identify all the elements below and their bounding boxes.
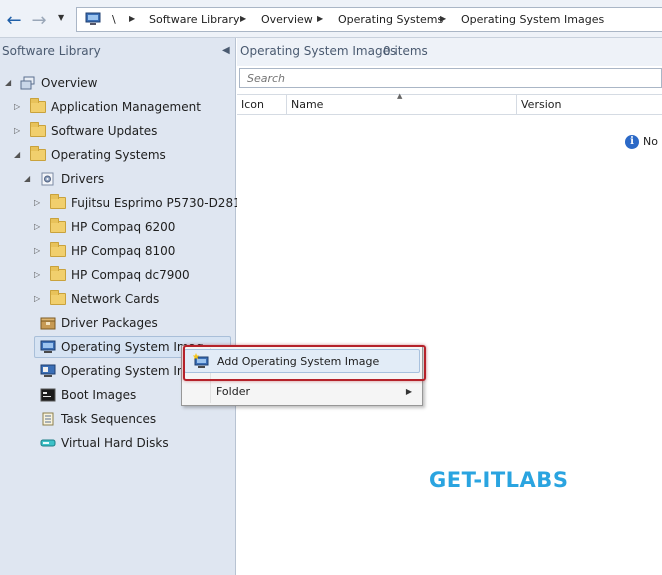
tree-item-drivers[interactable]: Drivers: [40, 168, 104, 190]
column-header-name[interactable]: Name: [291, 98, 323, 111]
breadcrumb-operating-system-images[interactable]: Operating System Images: [461, 13, 604, 26]
menu-item-add-operating-system-image[interactable]: Add Operating System Image: [184, 349, 420, 373]
collapsed-icon[interactable]: ▷: [14, 126, 20, 135]
folder-icon: [30, 146, 46, 161]
folder-icon: [30, 122, 46, 137]
breadcrumb-separator-icon: ▶: [440, 14, 447, 23]
info-icon: i: [625, 135, 639, 149]
tree-item-label: Overview: [41, 76, 98, 90]
column-header-version[interactable]: Version: [521, 98, 561, 111]
item-count: 0 items: [383, 44, 428, 58]
menu-item-label: Add Operating System Image: [217, 354, 380, 368]
tree-item-overview[interactable]: Overview: [20, 72, 98, 94]
collapsed-icon[interactable]: ▷: [14, 102, 20, 111]
sort-ascending-icon: ▲: [397, 92, 403, 100]
expanded-icon[interactable]: ◢: [24, 174, 30, 183]
tree-item-label: Network Cards: [71, 292, 160, 306]
tree-item-label: HP Compaq 8100: [71, 244, 176, 258]
breadcrumb-root[interactable]: \: [112, 13, 116, 26]
tree-item-driver-folder[interactable]: Network Cards: [50, 288, 159, 310]
folder-icon: [50, 218, 66, 233]
column-divider[interactable]: [516, 95, 517, 115]
breadcrumb-separator-icon: ▶: [317, 14, 324, 23]
navigation-pane: Software Library ◀ ◢ Overview ▷ Applicat…: [0, 38, 248, 575]
collapsed-icon[interactable]: ▷: [34, 222, 40, 231]
collapsed-icon[interactable]: ▷: [34, 198, 40, 207]
os-installer-icon: [40, 364, 56, 377]
content-header: Operating System Images 0 items: [237, 38, 662, 66]
package-icon: [40, 317, 56, 330]
tree-item-driver-packages[interactable]: Driver Packages: [40, 312, 158, 334]
tree-item-virtual-hard-disks[interactable]: Virtual Hard Disks: [40, 432, 169, 454]
history-dropdown-icon[interactable]: ▼: [58, 13, 64, 22]
tree-item-software-updates[interactable]: Software Updates: [30, 120, 157, 142]
tree-item-operating-systems[interactable]: Operating Systems: [30, 144, 166, 166]
tree-item-label: HP Compaq dc7900: [71, 268, 190, 282]
tree-item-task-sequences[interactable]: Task Sequences: [40, 408, 156, 430]
folder-icon: [30, 98, 46, 113]
pane-title: Software Library: [2, 44, 101, 58]
tree-item-label: Operating Systems: [51, 148, 166, 162]
tree-item-label: Task Sequences: [61, 412, 157, 426]
breadcrumb[interactable]: \ ▶ Software Library ▶ Overview ▶ Operat…: [76, 7, 662, 32]
forward-arrow-icon[interactable]: →: [28, 9, 50, 31]
collapse-pane-icon[interactable]: ◀: [222, 45, 230, 56]
folder-icon: [50, 194, 66, 209]
tree-item-label: Virtual Hard Disks: [61, 436, 169, 450]
folder-icon: [50, 290, 66, 305]
back-arrow-icon[interactable]: ←: [3, 9, 25, 31]
tree-item-label: Fujitsu Esprimo P5730-D2811: [71, 196, 249, 210]
tree-item-driver-folder[interactable]: HP Compaq dc7900: [50, 264, 190, 286]
tree-item-boot-images[interactable]: Boot Images: [40, 384, 136, 406]
empty-list-message: No i: [643, 135, 662, 148]
tree-item-label: Boot Images: [61, 388, 137, 402]
menu-item-label: Folder: [216, 384, 250, 398]
expanded-icon[interactable]: ◢: [14, 150, 20, 159]
folder-icon: [50, 242, 66, 257]
tree-item-label: Drivers: [61, 172, 105, 186]
tree-item-label: Application Management: [51, 100, 201, 114]
menu-item-folder[interactable]: Folder ▶: [184, 379, 420, 403]
submenu-arrow-icon: ▶: [405, 386, 412, 396]
column-header-row: Icon Name ▲ Version: [237, 92, 662, 115]
breadcrumb-operating-systems[interactable]: Operating Systems: [338, 13, 443, 26]
drivers-gear-icon: [41, 172, 54, 186]
collapsed-icon[interactable]: ▷: [34, 294, 40, 303]
tree-item-label: Software Updates: [51, 124, 158, 138]
tree-item-application-management[interactable]: Application Management: [30, 96, 201, 118]
menu-icon-placeholder: [192, 383, 208, 399]
tree-item-label: HP Compaq 6200: [71, 220, 176, 234]
context-menu: Add Operating System Image Folder ▶: [181, 345, 423, 406]
content-title: Operating System Images: [240, 44, 397, 58]
expanded-icon[interactable]: ◢: [5, 78, 11, 87]
tree-item-driver-folder[interactable]: HP Compaq 8100: [50, 240, 175, 262]
breadcrumb-software-library[interactable]: Software Library: [149, 13, 239, 26]
overview-icon: [20, 76, 35, 90]
column-header-icon[interactable]: Icon: [241, 98, 264, 111]
add-image-icon: [193, 353, 209, 368]
tree-item-label: Driver Packages: [61, 316, 158, 330]
navigation-bar: ← → ▼ \ ▶ Software Library ▶ Overview ▶ …: [0, 0, 662, 38]
watermark-text: GET-ITLABS: [429, 468, 569, 492]
column-divider[interactable]: [286, 95, 287, 115]
tree-item-driver-folder[interactable]: HP Compaq 6200: [50, 216, 175, 238]
virtual-disk-icon: [40, 439, 56, 447]
tree-item-driver-folder[interactable]: Fujitsu Esprimo P5730-D2811: [50, 192, 248, 214]
os-image-icon: [40, 340, 56, 353]
breadcrumb-separator-icon: ▶: [129, 14, 136, 23]
boot-image-icon: [40, 388, 56, 402]
collapsed-icon[interactable]: ▷: [34, 270, 40, 279]
search-input[interactable]: [239, 68, 662, 88]
content-pane: Operating System Images 0 items Icon Nam…: [237, 38, 662, 575]
collapsed-icon[interactable]: ▷: [34, 246, 40, 255]
breadcrumb-separator-icon: ▶: [240, 14, 247, 23]
breadcrumb-overview[interactable]: Overview: [261, 13, 313, 26]
task-sequence-icon: [42, 412, 54, 426]
folder-icon: [50, 266, 66, 281]
tree-item-operating-system-installers[interactable]: Operating System Insta: [40, 360, 203, 382]
console-icon: [85, 12, 101, 25]
